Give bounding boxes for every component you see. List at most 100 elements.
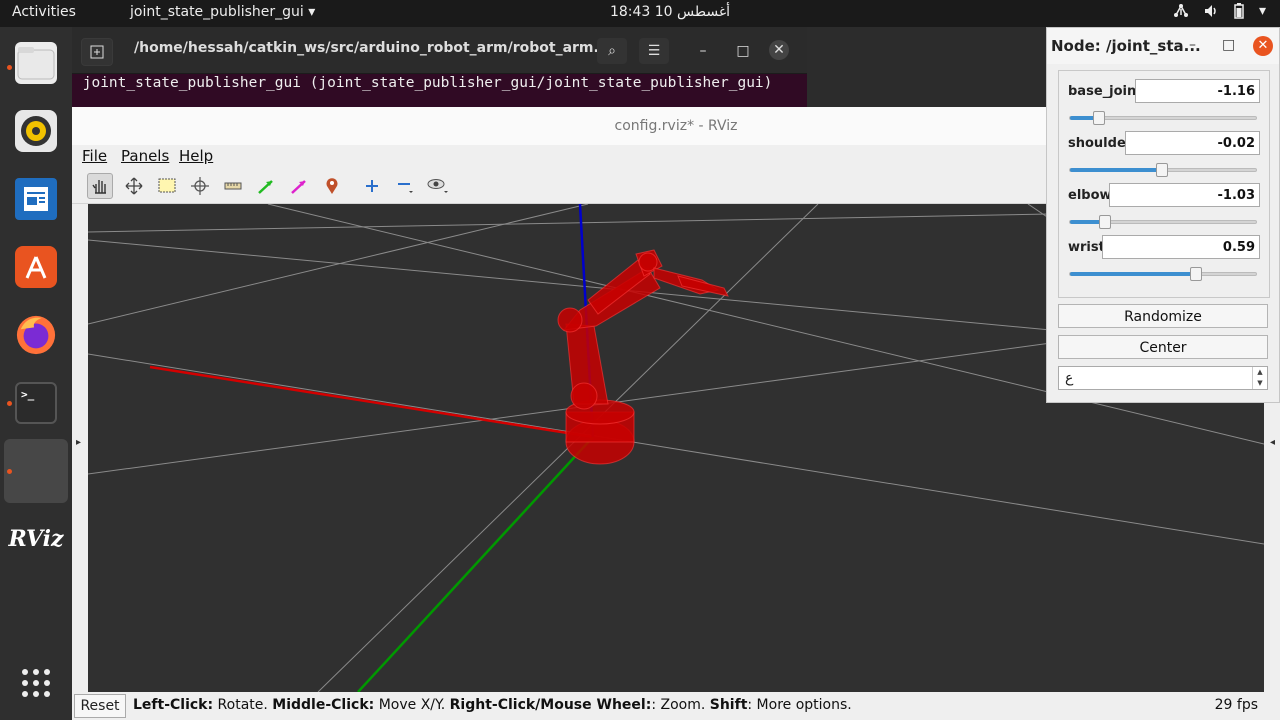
menu-file[interactable]: File xyxy=(82,147,107,165)
arrow-down-icon: ▼ xyxy=(1257,379,1263,387)
hamburger-icon: ☰ xyxy=(647,43,661,59)
minus-icon xyxy=(398,183,413,193)
joint-sliders-group: base_joint -1.16 shoulder -0.02 elbow -1.03 wr… xyxy=(1058,70,1270,298)
measure-tool[interactable] xyxy=(220,173,246,199)
slider-fill xyxy=(1070,168,1163,172)
menu-help-label: Help xyxy=(179,147,214,165)
dock-item-ubuntu-software[interactable] xyxy=(4,235,68,299)
close-icon: ✕ xyxy=(1257,38,1269,53)
slider-fill xyxy=(1070,272,1196,276)
clock[interactable]: 18:43 أغسطس 10 xyxy=(560,4,780,20)
maximize-icon: □ xyxy=(1222,37,1236,53)
files-icon xyxy=(15,42,57,84)
maximize-icon: □ xyxy=(736,43,750,59)
maximize-button[interactable]: □ xyxy=(1222,37,1235,53)
reset-button[interactable]: Reset xyxy=(74,694,126,718)
joint-panel-header: Node: /joint_sta... – □ ✕ xyxy=(1047,28,1279,64)
dock-item-rhythmbox[interactable] xyxy=(4,99,68,163)
menu-panels[interactable]: Panels xyxy=(121,147,169,165)
spinbox-arrows[interactable]: ▲ ▼ xyxy=(1252,367,1267,389)
grid-icon xyxy=(22,669,50,697)
hint-middle-click-text: Move X/Y. xyxy=(374,697,450,713)
joint-slider-2[interactable] xyxy=(1069,215,1257,229)
move-camera-icon xyxy=(125,177,143,195)
joint-label-0: base_joint xyxy=(1068,84,1143,99)
search-icon: ⌕ xyxy=(608,43,616,59)
terminal-icon: >_ xyxy=(15,382,57,424)
dock: >_ RViz xyxy=(0,27,72,720)
menu-button[interactable]: ☰ xyxy=(639,38,669,64)
app-menu[interactable]: joint_state_publisher_gui ▾ xyxy=(130,4,315,20)
terminal-title: /home/hessah/catkin_ws/src/arduino_robot… xyxy=(134,40,610,56)
menu-help[interactable]: Help xyxy=(179,147,213,165)
move-camera-tool[interactable] xyxy=(121,173,147,199)
hint-left-click-key: Left-Click: xyxy=(133,697,214,713)
minimize-icon: – xyxy=(1189,37,1196,53)
volume-icon xyxy=(1203,3,1219,23)
joint-value-field-0[interactable]: -1.16 xyxy=(1135,79,1260,103)
dock-item-terminal[interactable]: >_ xyxy=(4,371,68,435)
minimize-icon: – xyxy=(699,43,707,59)
show-apps-button[interactable] xyxy=(4,651,68,715)
pose-estimate-tool[interactable] xyxy=(253,173,279,199)
arrow-up-icon: ▲ xyxy=(1257,368,1263,376)
maximize-button[interactable]: □ xyxy=(728,38,758,64)
search-button[interactable]: ⌕ xyxy=(597,38,627,64)
nav-goal-tool[interactable] xyxy=(286,173,312,199)
joint-value-field-1[interactable]: -0.02 xyxy=(1125,131,1260,155)
x-axis-line xyxy=(149,365,594,439)
joint-slider-3[interactable] xyxy=(1069,267,1257,281)
system-status-area[interactable]: ▾ xyxy=(1173,3,1266,23)
left-panel-toggle-icon[interactable]: ▸ xyxy=(76,437,81,448)
y-axis-line xyxy=(357,436,594,692)
running-indicator xyxy=(7,401,12,406)
randomize-button[interactable]: Randomize xyxy=(1058,304,1268,328)
network-icon xyxy=(1173,3,1189,23)
eye-icon xyxy=(427,179,448,193)
slider-thumb[interactable] xyxy=(1156,163,1169,177)
hint-right-click-key: Right-Click/Mouse Wheel: xyxy=(449,697,652,713)
publish-point-tool[interactable] xyxy=(319,173,345,199)
firefox-icon xyxy=(15,314,57,356)
magenta-arrow-icon xyxy=(291,180,306,194)
add-tool-button[interactable] xyxy=(359,173,385,199)
interact-tool[interactable] xyxy=(87,173,113,199)
new-tab-button[interactable] xyxy=(81,38,113,66)
activities-button[interactable]: Activities xyxy=(12,4,76,20)
joint-state-publisher-window[interactable]: Node: /joint_sta... – □ ✕ base_joint -1.1… xyxy=(1046,27,1280,403)
right-panel-toggle-icon[interactable]: ◂ xyxy=(1270,437,1275,448)
joint-value-field-2[interactable]: -1.03 xyxy=(1109,183,1260,207)
dock-item-rviz[interactable]: RViz xyxy=(4,507,68,571)
close-icon: ✕ xyxy=(773,42,785,58)
top-bar: Activities joint_state_publisher_gui ▾ 1… xyxy=(0,0,1280,27)
software-icon xyxy=(15,246,57,288)
select-tool[interactable] xyxy=(154,173,180,199)
minimize-button[interactable]: – xyxy=(1189,37,1196,53)
view-options-button[interactable] xyxy=(425,173,451,199)
dock-item-files[interactable] xyxy=(4,31,68,95)
terminal-window[interactable]: /home/hessah/catkin_ws/src/arduino_robot… xyxy=(72,27,807,107)
select-icon xyxy=(158,178,176,193)
dock-item-firefox[interactable] xyxy=(4,303,68,367)
joint-value-field-3[interactable]: 0.59 xyxy=(1102,235,1260,259)
joint-slider-0[interactable] xyxy=(1069,111,1257,125)
terminal-output[interactable]: joint_state_publisher_gui (joint_state_p… xyxy=(72,75,809,107)
minimize-button[interactable]: – xyxy=(688,38,718,64)
slider-thumb[interactable] xyxy=(1189,267,1202,281)
dock-item-writer[interactable] xyxy=(4,167,68,231)
close-button[interactable]: ✕ xyxy=(769,40,789,60)
joint-count-spinbox[interactable]: ع ▲ ▼ xyxy=(1058,366,1268,390)
remove-tool-button[interactable] xyxy=(392,173,418,199)
slider-thumb[interactable] xyxy=(1099,215,1112,229)
joint-slider-1[interactable] xyxy=(1069,163,1257,177)
running-indicator xyxy=(7,469,12,474)
joint-panel-title: Node: /joint_sta... xyxy=(1051,37,1201,55)
center-button[interactable]: Center xyxy=(1058,335,1268,359)
terminal-header: /home/hessah/catkin_ws/src/arduino_robot… xyxy=(72,27,807,74)
close-button[interactable]: ✕ xyxy=(1253,36,1273,56)
hint-left-click-text: Rotate. xyxy=(213,697,273,713)
slider-thumb[interactable] xyxy=(1092,111,1105,125)
map-pin-icon xyxy=(326,178,338,194)
dock-item-blank-app[interactable] xyxy=(4,439,68,503)
focus-camera-tool[interactable] xyxy=(187,173,213,199)
